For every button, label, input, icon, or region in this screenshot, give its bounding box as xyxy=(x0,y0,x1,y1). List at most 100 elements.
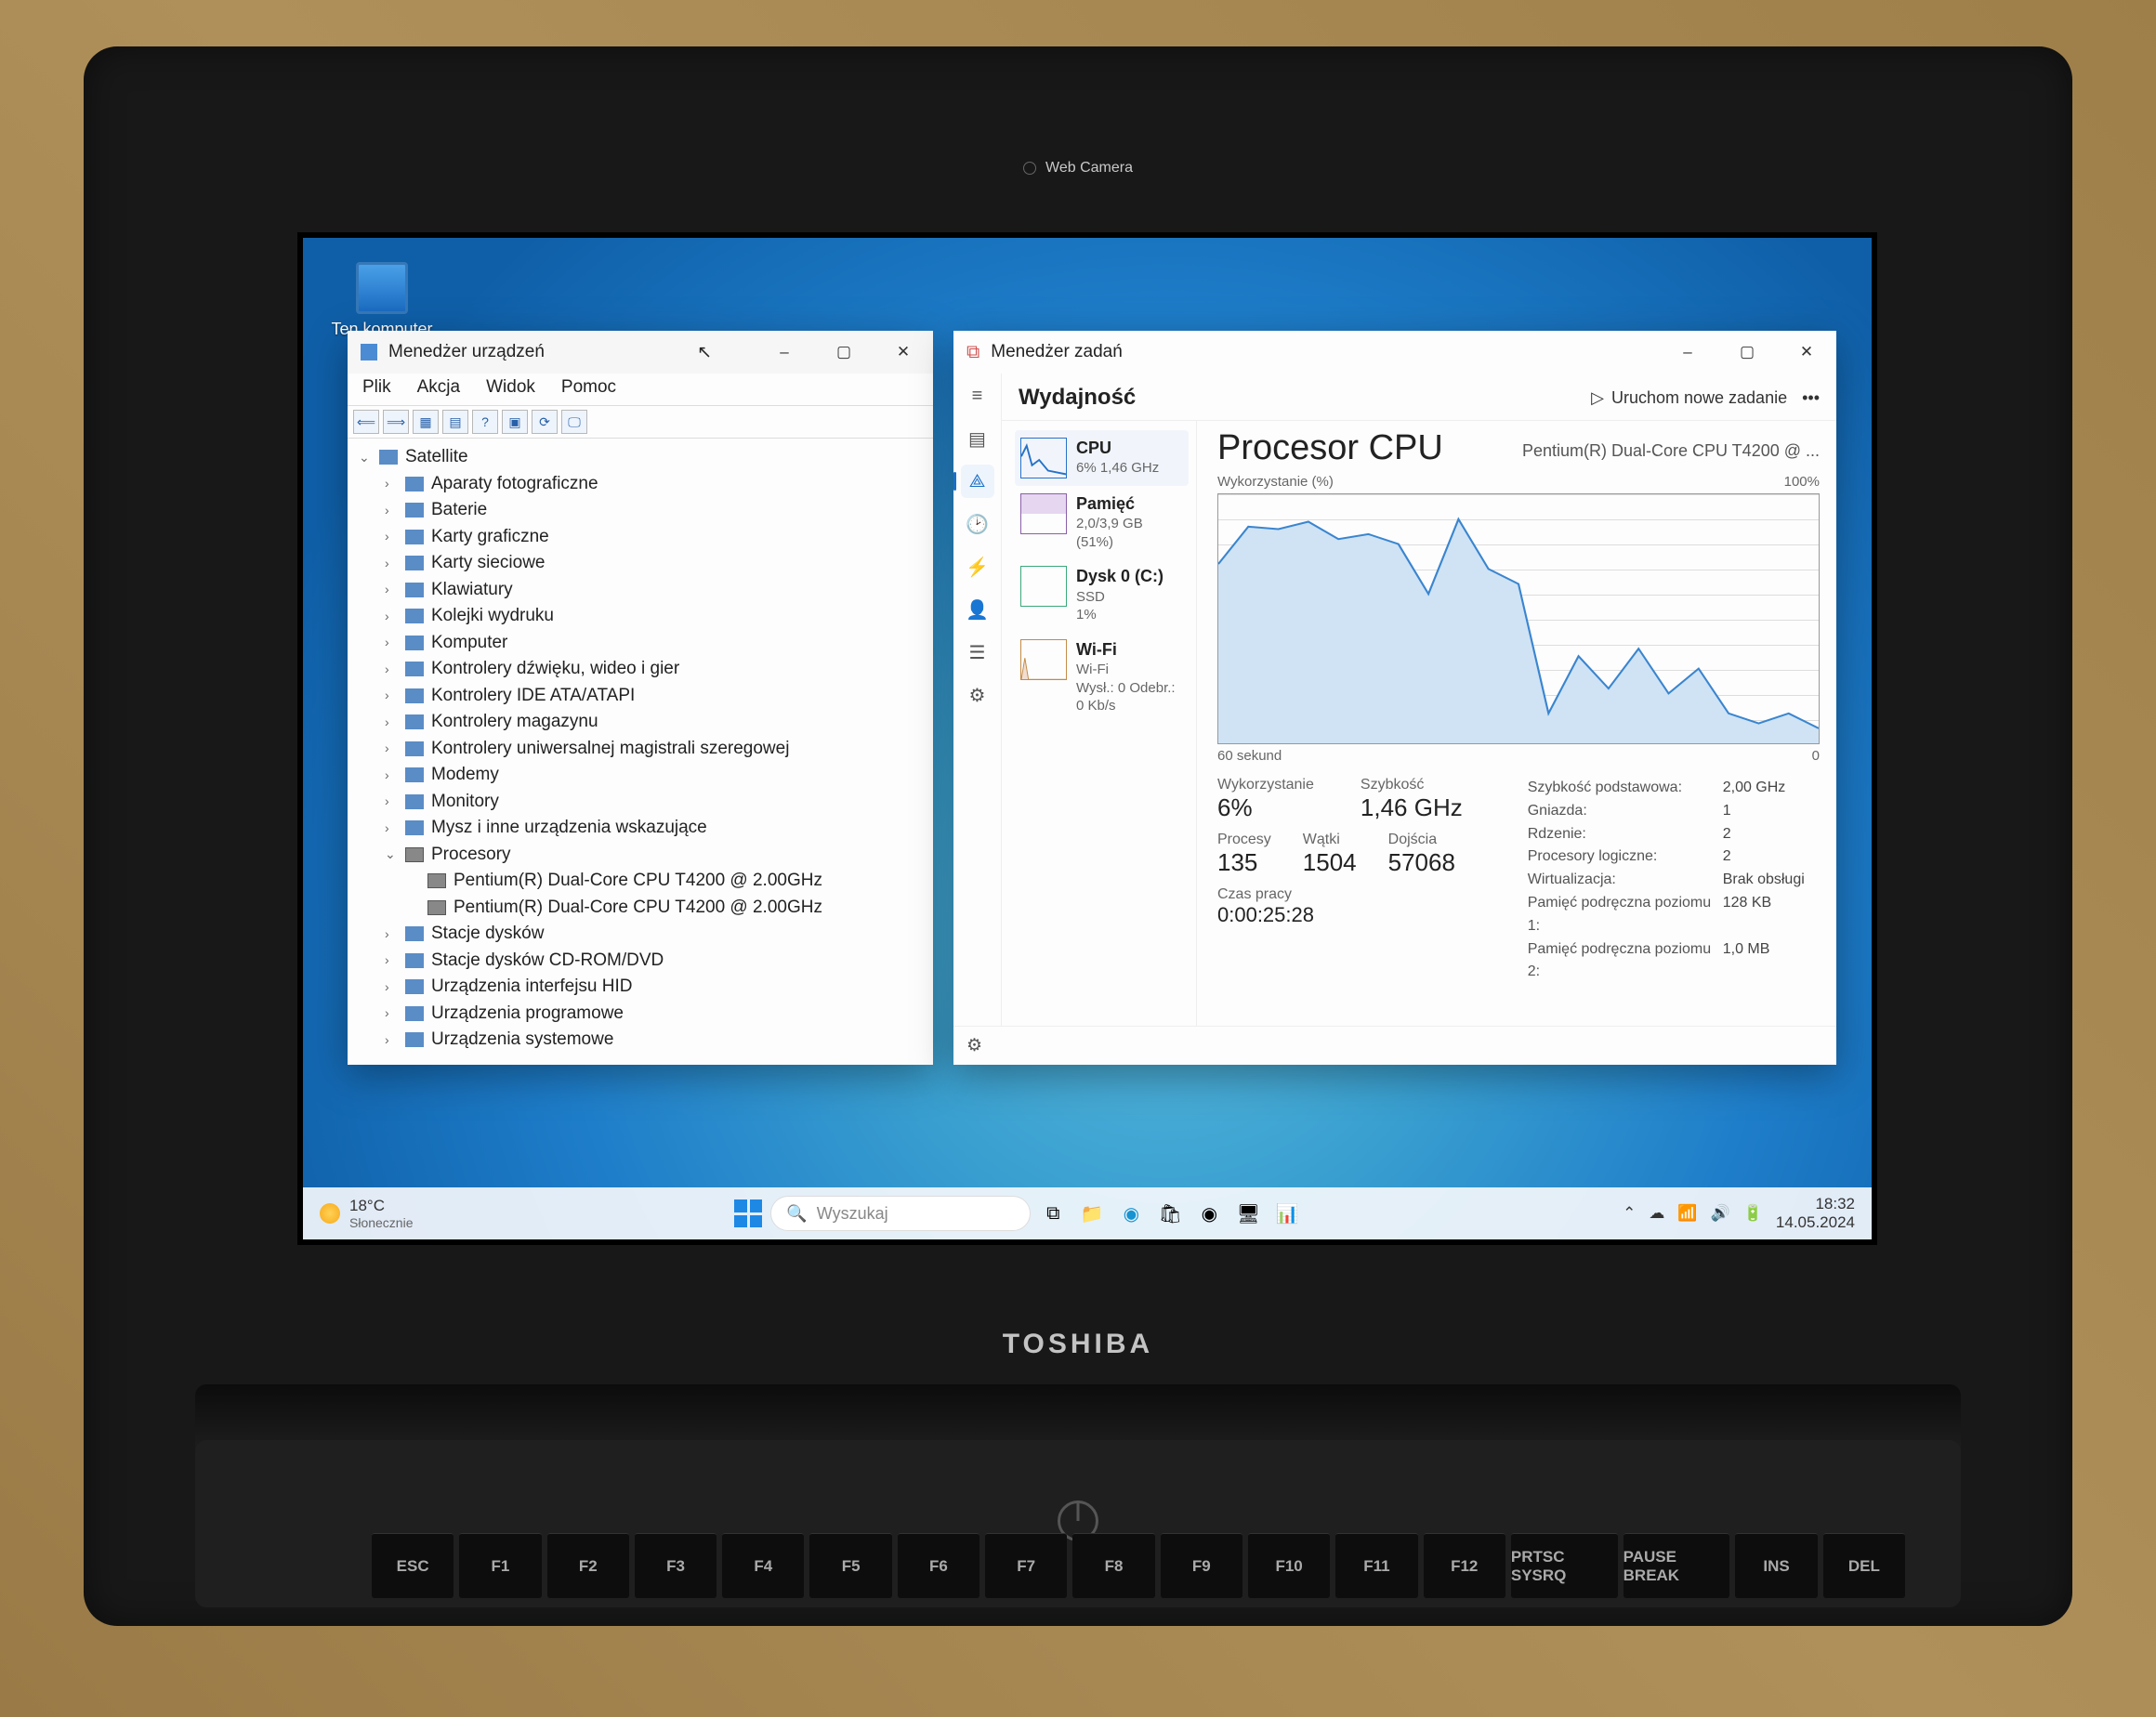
explorer-icon[interactable]: 📁 xyxy=(1075,1197,1109,1230)
toolbar-fwd-icon[interactable]: ⟹ xyxy=(383,410,409,434)
task-manager-window: ⧉ Menedżer zadań – ▢ ✕ ≡ ▤ ⟁ 🕑 ⚡ 👤 ☰ xyxy=(953,331,1836,1065)
close-button[interactable]: ✕ xyxy=(879,331,927,374)
key-f9[interactable]: F9 xyxy=(1161,1533,1242,1598)
key-f1[interactable]: F1 xyxy=(459,1533,541,1598)
nav-startup-icon[interactable]: ⚡ xyxy=(961,550,994,583)
toolbar-back-icon[interactable]: ⟸ xyxy=(353,410,379,434)
tree-item[interactable]: ›Kontrolery uniwersalnej magistrali szer… xyxy=(385,736,929,763)
nav-details-icon[interactable]: ☰ xyxy=(961,636,994,669)
menu-file[interactable]: Plik xyxy=(362,377,391,398)
tree-item[interactable]: ›Kontrolery magazynu xyxy=(385,709,929,736)
nav-processes-icon[interactable]: ▤ xyxy=(961,422,994,455)
key-f4[interactable]: F4 xyxy=(722,1533,804,1598)
maximize-button[interactable]: ▢ xyxy=(820,331,868,374)
desktop-icon-this-pc[interactable]: Ten komputer xyxy=(331,262,433,339)
tree-cpu-item[interactable]: Pentium(R) Dual-Core CPU T4200 @ 2.00GHz xyxy=(427,895,929,922)
start-button[interactable] xyxy=(731,1197,765,1230)
nav-hamburger-icon[interactable]: ≡ xyxy=(961,379,994,413)
toolbar-up-icon[interactable]: ▦ xyxy=(413,410,439,434)
battery-icon[interactable]: 🔋 xyxy=(1743,1204,1763,1223)
toolbar-help-icon[interactable]: ? xyxy=(472,410,498,434)
taskview-icon[interactable]: ⧉ xyxy=(1036,1197,1070,1230)
nav-users-icon[interactable]: 👤 xyxy=(961,593,994,626)
chrome-pin-icon[interactable]: ◉ xyxy=(1192,1197,1226,1230)
key-f6[interactable]: F6 xyxy=(898,1533,979,1598)
key-prtsc-sysrq[interactable]: PRTSC SYSRQ xyxy=(1511,1533,1618,1598)
toolbar-show-icon[interactable]: ▤ xyxy=(442,410,468,434)
close-button[interactable]: ✕ xyxy=(1782,331,1831,374)
tree-item[interactable]: ›Komputer xyxy=(385,630,929,657)
chart-y-max: 100% xyxy=(1784,474,1820,490)
toolbar-monitor-icon[interactable]: 🖵 xyxy=(561,410,587,434)
tree-item[interactable]: ›Urządzenia systemowe xyxy=(385,1027,929,1052)
sensor-wifi[interactable]: Wi-FiWi-FiWysł.: 0 Odebr.: 0 Kb/s xyxy=(1015,632,1189,723)
tree-item[interactable]: ›Urządzenia programowe xyxy=(385,1001,929,1028)
system-tray[interactable]: ⌃ ☁ 📶 🔊 🔋 18:3214.05.2024 xyxy=(1623,1195,1855,1233)
settings-icon[interactable]: ⚙ xyxy=(966,1035,982,1056)
tree-processors[interactable]: Procesory xyxy=(431,842,511,869)
maximize-button[interactable]: ▢ xyxy=(1723,331,1771,374)
menu-bar: Plik Akcja Widok Pomoc xyxy=(348,374,933,406)
edge-pin-icon[interactable]: ◉ xyxy=(1114,1197,1148,1230)
tree-item[interactable]: ›Urządzenia interfejsu HID xyxy=(385,974,929,1001)
taskbar-clock[interactable]: 18:3214.05.2024 xyxy=(1776,1195,1855,1233)
key-f11[interactable]: F11 xyxy=(1335,1533,1417,1598)
tree-item[interactable]: ›Baterie xyxy=(385,497,929,524)
tree-item[interactable]: ›Karty sieciowe xyxy=(385,550,929,577)
tree-cpu-item[interactable]: Pentium(R) Dual-Core CPU T4200 @ 2.00GHz xyxy=(427,868,929,895)
run-icon: ▷ xyxy=(1591,388,1604,408)
more-button[interactable]: ••• xyxy=(1802,388,1820,408)
tree-item[interactable]: ›Stacje dysków CD-ROM/DVD xyxy=(385,948,929,975)
tree-item[interactable]: ›Klawiatury xyxy=(385,577,929,604)
key-del[interactable]: DEL xyxy=(1823,1533,1905,1598)
taskbar-search[interactable]: 🔍Wyszukaj xyxy=(770,1196,1031,1231)
wifi-icon[interactable]: 📶 xyxy=(1677,1204,1697,1223)
key-f2[interactable]: F2 xyxy=(547,1533,629,1598)
tree-item[interactable]: ›Kolejki wydruku xyxy=(385,603,929,630)
tree-item[interactable]: ›Aparaty fotograficzne xyxy=(385,471,929,498)
sensor-disk[interactable]: Dysk 0 (C:)SSD1% xyxy=(1015,558,1189,631)
tree-item[interactable]: ›Kontrolery IDE ATA/ATAPI xyxy=(385,683,929,710)
key-f5[interactable]: F5 xyxy=(809,1533,891,1598)
cloud-icon[interactable]: ☁ xyxy=(1649,1204,1664,1223)
tree-item[interactable]: ›Karty graficzne xyxy=(385,524,929,551)
toolbar-refresh-icon[interactable]: ⟳ xyxy=(532,410,558,434)
run-new-task-button[interactable]: ▷Uruchom nowe zadanie xyxy=(1591,388,1787,408)
key-esc[interactable]: ESC xyxy=(372,1533,454,1598)
key-f8[interactable]: F8 xyxy=(1072,1533,1154,1598)
stat-threads: 1504 xyxy=(1303,848,1357,877)
tree-item[interactable]: ›Kontrolery dźwięku, wideo i gier xyxy=(385,656,929,683)
key-f12[interactable]: F12 xyxy=(1424,1533,1505,1598)
key-pause-break[interactable]: PAUSE BREAK xyxy=(1624,1533,1730,1598)
toolbar-scan-icon[interactable]: ▣ xyxy=(502,410,528,434)
volume-icon[interactable]: 🔊 xyxy=(1711,1204,1730,1223)
device-manager-icon xyxy=(361,344,377,360)
menu-view[interactable]: Widok xyxy=(486,377,535,398)
key-ins[interactable]: INS xyxy=(1735,1533,1817,1598)
minimize-button[interactable]: – xyxy=(760,331,808,374)
tree-item[interactable]: ›Monitory xyxy=(385,789,929,816)
taskbar-weather[interactable]: 18°CSłonecznie xyxy=(320,1197,414,1230)
menu-action[interactable]: Akcja xyxy=(417,377,460,398)
tree-root[interactable]: Satellite xyxy=(405,444,468,471)
key-f3[interactable]: F3 xyxy=(635,1533,716,1598)
sensor-memory[interactable]: Pamięć2,0/3,9 GB (51%) xyxy=(1015,486,1189,558)
devmgr-pin-icon[interactable]: 🖥 xyxy=(1231,1197,1265,1230)
nav-services-icon[interactable]: ⚙ xyxy=(961,678,994,712)
minimize-button[interactable]: – xyxy=(1663,331,1712,374)
tree-item[interactable]: ›Modemy xyxy=(385,762,929,789)
stat-utilization: 6% xyxy=(1217,793,1314,822)
menu-help[interactable]: Pomoc xyxy=(561,377,616,398)
info-sockets: 1 xyxy=(1723,800,1731,823)
tree-item[interactable]: ›Stacje dysków xyxy=(385,921,929,948)
sensor-cpu[interactable]: CPU6% 1,46 GHz xyxy=(1015,430,1189,486)
store-icon[interactable]: 🛍 xyxy=(1153,1197,1187,1230)
key-f10[interactable]: F10 xyxy=(1248,1533,1330,1598)
taskmgr-pin-icon[interactable]: 📊 xyxy=(1270,1197,1304,1230)
nav-history-icon[interactable]: 🕑 xyxy=(961,507,994,541)
chevron-up-icon[interactable]: ⌃ xyxy=(1623,1204,1636,1223)
tree-item[interactable]: ›Mysz i inne urządzenia wskazujące xyxy=(385,815,929,842)
device-tree[interactable]: ⌄Satellite ›Aparaty fotograficzne›Bateri… xyxy=(348,439,933,1052)
key-f7[interactable]: F7 xyxy=(985,1533,1067,1598)
nav-performance-icon[interactable]: ⟁ xyxy=(961,465,994,498)
